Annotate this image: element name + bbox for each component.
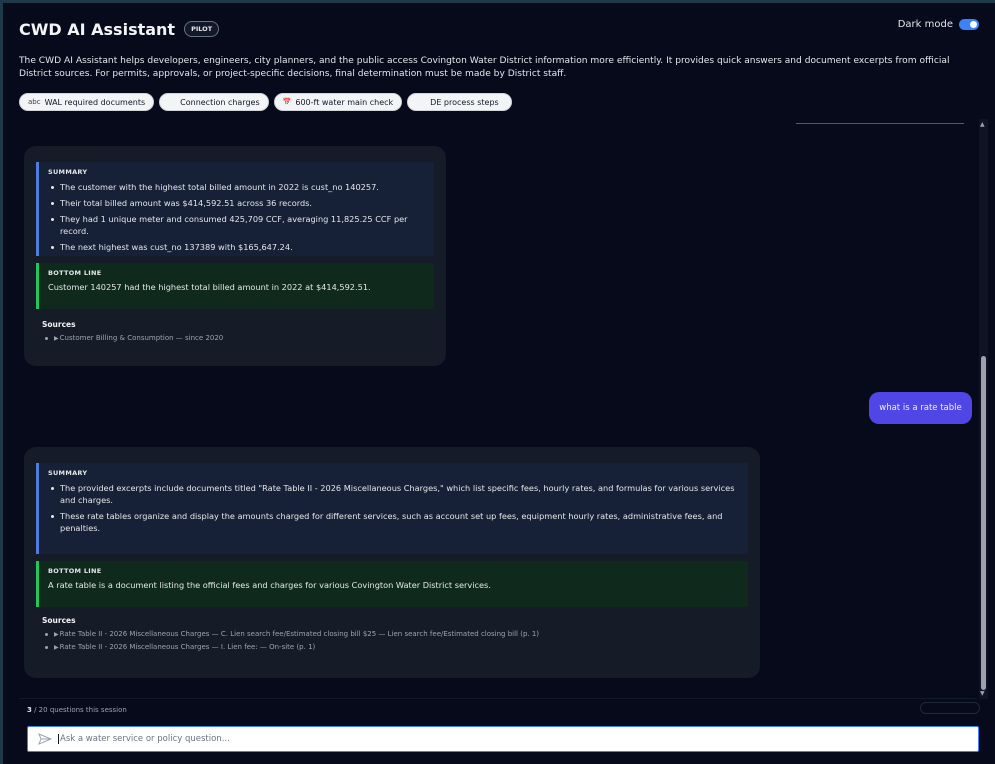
scroll-down-arrow-icon[interactable]: ▼ [980,690,985,697]
summary-list: The provided excerpts include documents … [48,482,739,534]
summary-item: The customer with the highest total bill… [48,181,425,193]
source-label: Customer Billing & Consumption — since 2… [59,334,224,342]
source-item[interactable]: ▶Rate Table II - 2026 Miscellaneous Char… [42,643,539,651]
dark-mode-control[interactable]: Dark mode [898,19,979,30]
chip-de-process-steps[interactable]: DE process steps [407,93,512,111]
summary-section: SUMMARY The customer with the highest to… [36,162,434,256]
app-description: The CWD AI Assistant helps developers, e… [19,56,950,79]
question-counter: 3 / 20 questions this session [27,706,127,714]
assistant-message: SUMMARY The customer with the highest to… [24,146,446,366]
summary-item: They had 1 unique meter and consumed 425… [48,213,425,237]
expand-triangle-icon: ▶ [54,631,59,638]
bottom-line-section: BOTTOM LINE A rate table is a document l… [36,561,748,607]
sources-heading: Sources [42,320,76,329]
summary-section: SUMMARY The provided excerpts include do… [36,463,748,554]
footer-divider [19,698,977,699]
chip-label: WAL required documents [44,97,146,107]
assistant-message: SUMMARY The provided excerpts include do… [24,447,760,678]
scroll-up-arrow-icon[interactable]: ▲ [980,121,985,128]
bottom-line-text: A rate table is a document listing the o… [48,580,491,590]
source-label: Rate Table II - 2026 Miscellaneous Charg… [59,643,316,651]
summary-heading: SUMMARY [48,469,88,477]
question-count-rest: / 20 questions this session [31,706,127,714]
summary-item: The next highest was cust_no 137389 with… [48,241,425,253]
pilot-badge: PILOT [184,21,220,37]
chip-label: 600-ft water main check [295,97,394,107]
app-title: CWD AI Assistant [19,19,176,39]
scrollbar-thumb[interactable] [981,356,986,690]
expand-triangle-icon: ▶ [54,644,59,651]
dark-mode-toggle[interactable] [959,19,979,30]
top-divider [796,123,964,124]
calendar-icon: 📅 [282,98,292,106]
suggestion-chips: abc WAL required documents Connection ch… [19,93,512,111]
bottom-line-heading: BOTTOM LINE [48,567,102,575]
app-root: CWD AI Assistant PILOT Dark mode The CWD… [6,6,995,764]
source-item[interactable]: ▶Customer Billing & Consumption — since … [42,334,223,342]
bottom-line-text: Customer 140257 had the highest total bi… [48,282,371,292]
source-label: Rate Table II - 2026 Miscellaneous Charg… [59,630,540,638]
sources-list: ▶Rate Table II - 2026 Miscellaneous Char… [42,630,539,651]
summary-heading: SUMMARY [48,168,88,176]
send-icon[interactable] [38,732,52,746]
chip-water-main-check[interactable]: 📅 600-ft water main check [273,93,403,111]
header: CWD AI Assistant PILOT Dark mode [19,16,979,42]
question-input[interactable] [58,734,938,744]
question-input-bar[interactable] [27,726,979,752]
summary-list: The customer with the highest total bill… [48,181,425,253]
source-item[interactable]: ▶Rate Table II - 2026 Miscellaneous Char… [42,630,539,638]
chip-connection-charges[interactable]: Connection charges [159,93,269,111]
sources-list: ▶Customer Billing & Consumption — since … [42,334,223,342]
chip-wal-required-documents[interactable]: abc WAL required documents [19,93,155,111]
bottom-line-section: BOTTOM LINE Customer 140257 had the high… [36,263,434,309]
sources-heading: Sources [42,616,76,625]
expand-triangle-icon: ▶ [54,335,59,342]
summary-item: These rate tables organize and display t… [48,510,739,534]
user-message-bubble: what is a rate table [869,392,972,424]
dark-mode-label: Dark mode [897,19,953,30]
chip-label: Connection charges [180,97,260,107]
bottom-line-heading: BOTTOM LINE [48,269,102,277]
window-frame: CWD AI Assistant PILOT Dark mode The CWD… [0,0,995,764]
chip-label: DE process steps [430,97,499,107]
summary-item: Their total billed amount was $414,592.5… [48,197,425,209]
footer-pill [920,702,980,714]
abc-icon: abc [28,98,41,106]
sources-section: Sources ▶Rate Table II - 2026 Miscellane… [42,616,539,656]
summary-item: The provided excerpts include documents … [48,482,739,506]
sources-section: Sources ▶Customer Billing & Consumption … [42,320,223,347]
